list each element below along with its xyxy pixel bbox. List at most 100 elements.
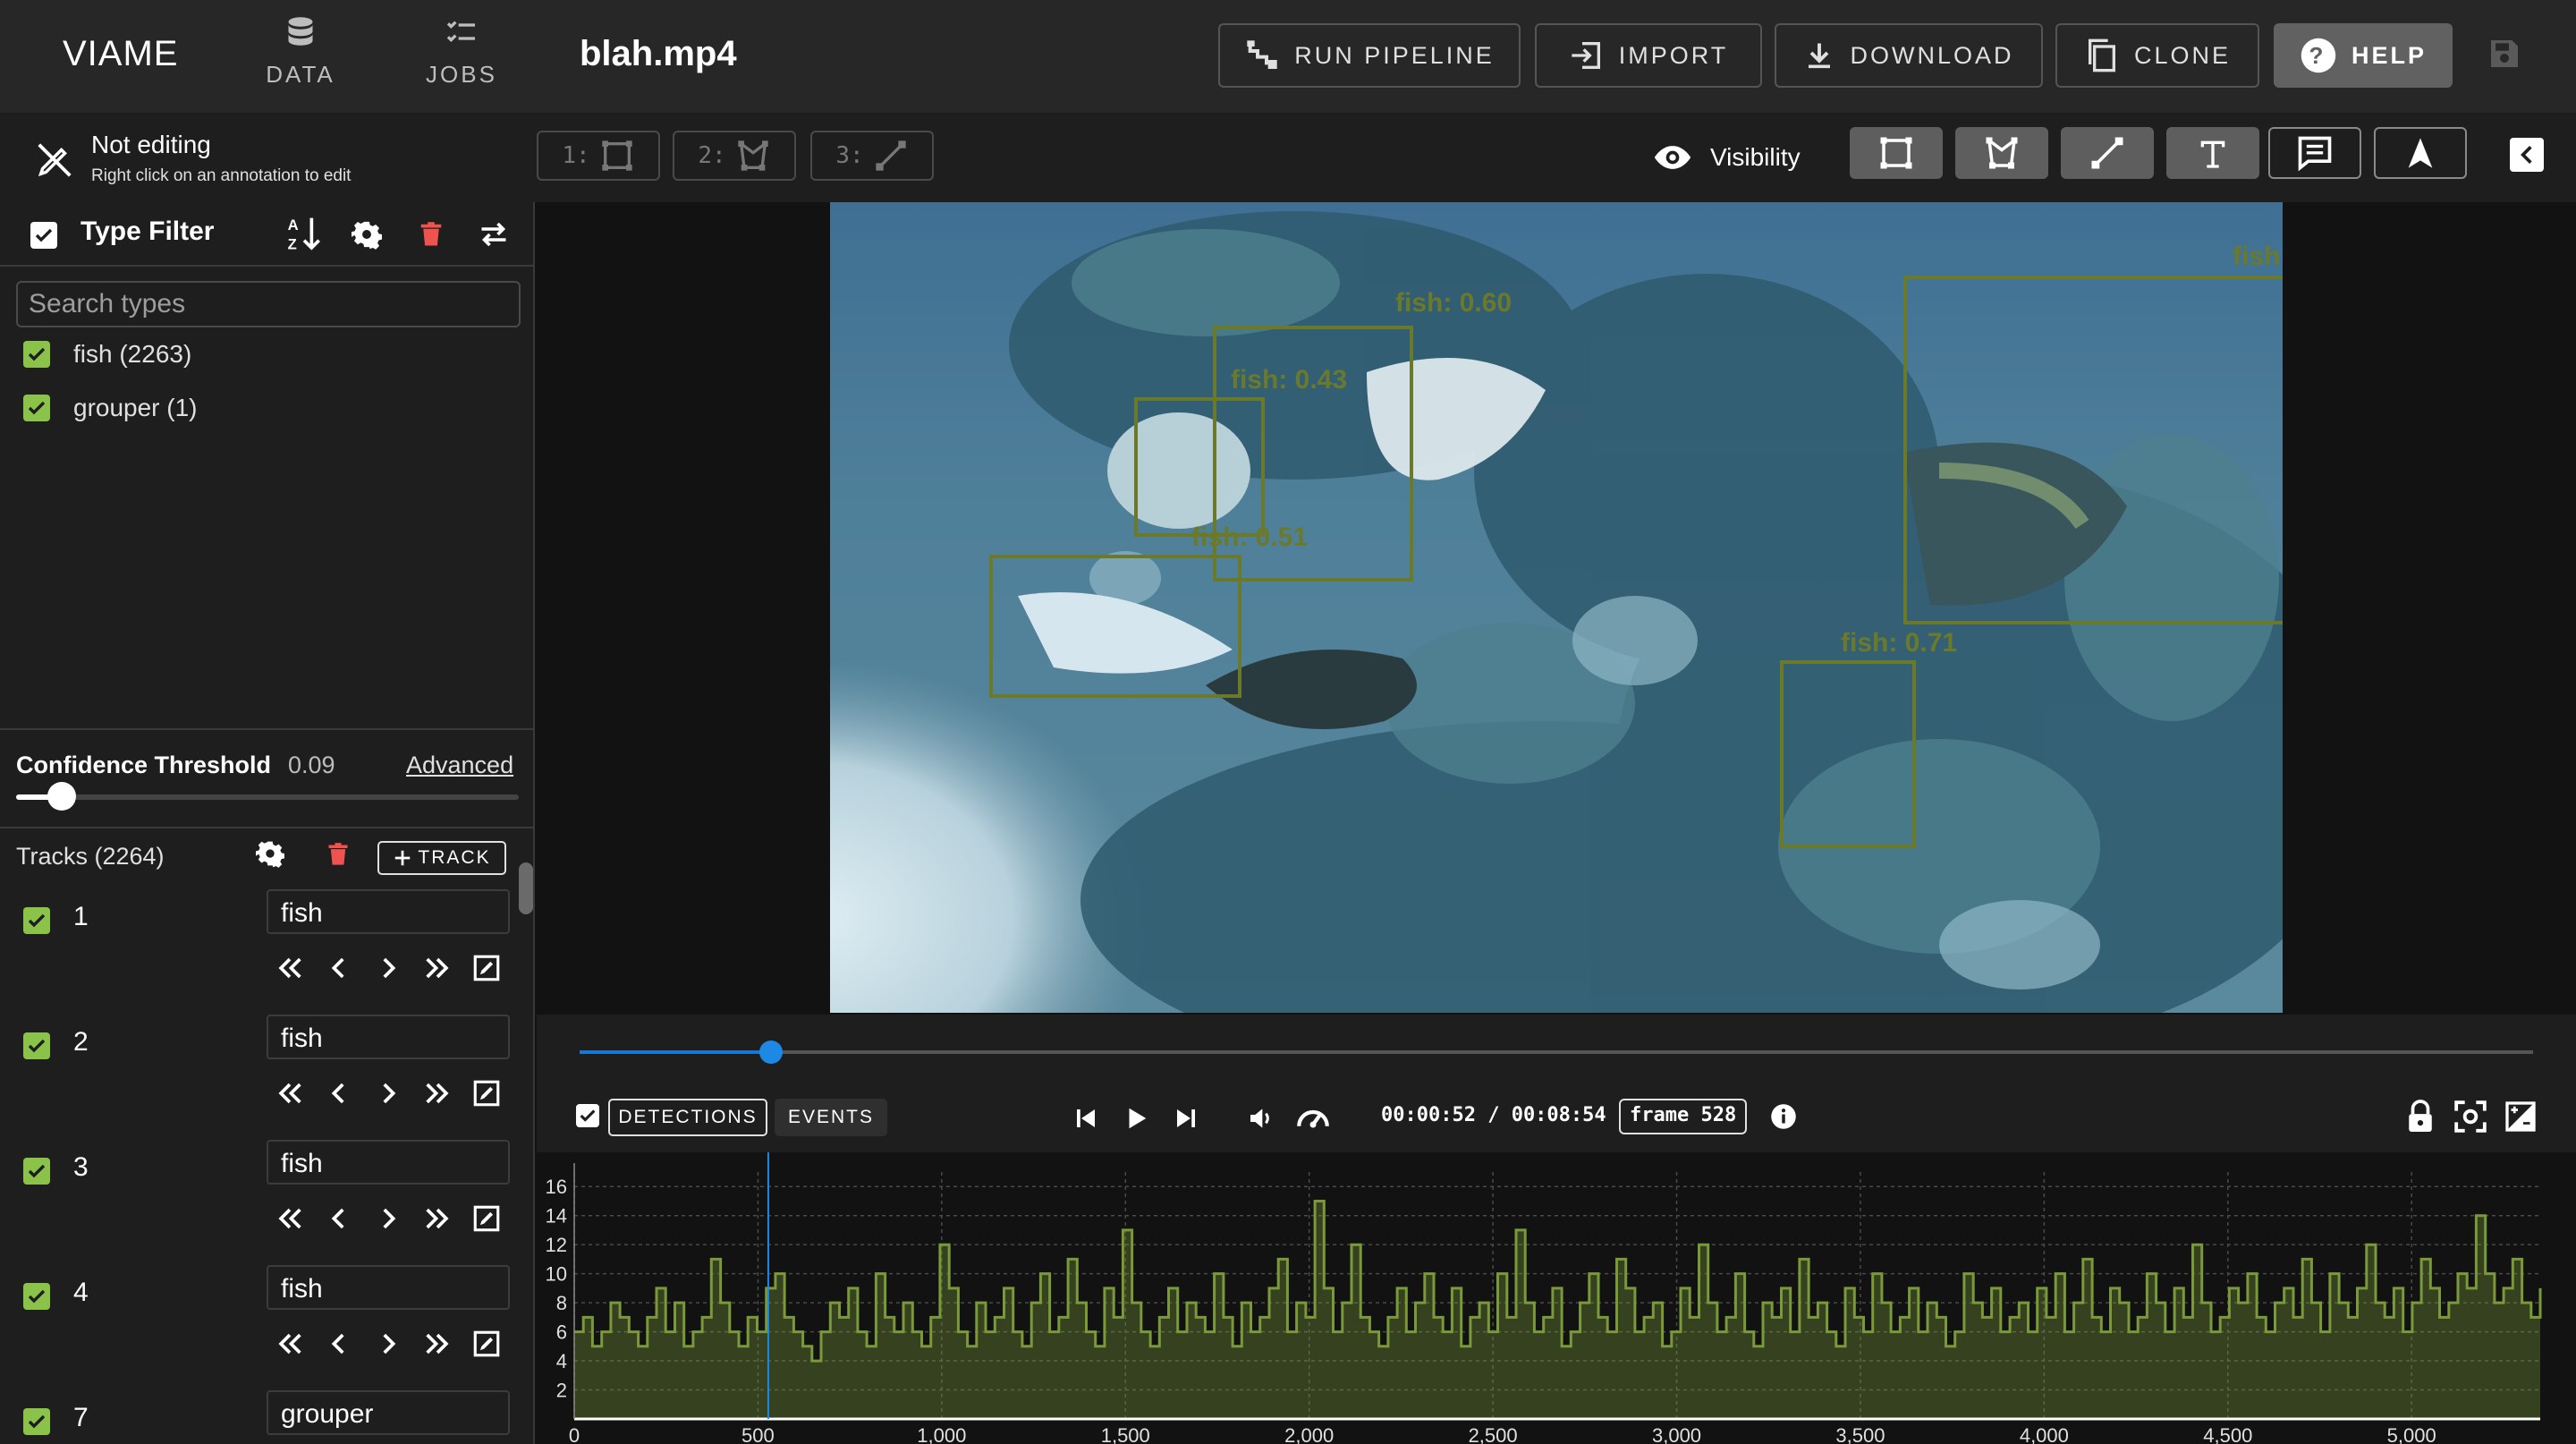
track-settings-button[interactable] xyxy=(256,839,284,872)
collapse-panel-button[interactable] xyxy=(2510,138,2544,172)
track-row[interactable]: 7 grouper xyxy=(0,1387,533,1444)
track-checkbox[interactable] xyxy=(23,1283,50,1310)
plus-icon xyxy=(395,850,411,866)
clone-button[interactable]: CLONE xyxy=(2055,23,2259,88)
delete-tracks-button[interactable] xyxy=(326,841,351,872)
track-checkbox[interactable] xyxy=(23,1408,50,1435)
next-frame-button[interactable] xyxy=(367,947,410,990)
toggle-heading-button[interactable] xyxy=(2374,127,2467,179)
track-checkbox[interactable] xyxy=(23,1032,50,1059)
last-frame-button[interactable] xyxy=(416,1322,459,1365)
mode-polygon-button[interactable]: 2: xyxy=(673,131,796,181)
edit-track-button[interactable] xyxy=(465,1322,508,1365)
seek-slider[interactable] xyxy=(580,1041,2533,1064)
next-frame-button[interactable] xyxy=(367,1197,410,1240)
search-types-input[interactable] xyxy=(16,281,521,327)
download-button[interactable]: DOWNLOAD xyxy=(1775,23,2043,88)
track-type-field[interactable]: fish xyxy=(267,1015,510,1059)
edit-box-icon xyxy=(473,1330,500,1357)
track-row[interactable]: 1 fish xyxy=(0,886,533,1011)
next-frame-button[interactable] xyxy=(367,1072,410,1115)
detections-timeline[interactable]: 2 4 6 8 10 12 14 16 0 500 1,000 1,500 2,000 2,500 3,00… xyxy=(537,1152,2576,1444)
first-frame-button[interactable] xyxy=(268,1322,311,1365)
last-frame-button[interactable] xyxy=(416,1072,459,1115)
prev-frame-button[interactable] xyxy=(318,1197,360,1240)
toggle-rectangles-button[interactable] xyxy=(1850,127,1943,179)
nav-jobs-tab[interactable]: JOBS xyxy=(408,16,515,98)
track-row[interactable]: 3 fish xyxy=(0,1136,533,1261)
volume-button[interactable] xyxy=(1240,1097,1283,1140)
help-button[interactable]: ? HELP xyxy=(2274,23,2453,88)
annotation-viewer[interactable]: fish: 0.60 fish: 0.43 fish: 0.51 fish: 0.80… xyxy=(537,202,2576,1015)
type-settings-button[interactable] xyxy=(347,215,386,254)
save-button[interactable] xyxy=(2483,32,2526,75)
mode-rectangle-button[interactable]: 1: xyxy=(537,131,660,181)
mode-line-button[interactable]: 3: xyxy=(810,131,934,181)
type-checkbox[interactable] xyxy=(23,395,50,421)
last-frame-button[interactable] xyxy=(416,947,459,990)
run-pipeline-button[interactable]: RUN PIPELINE xyxy=(1218,23,1521,88)
series-area xyxy=(574,1201,2540,1419)
skip-next-button[interactable] xyxy=(1165,1097,1208,1140)
prev-frame-button[interactable] xyxy=(318,1072,360,1115)
track-type-field[interactable]: grouper xyxy=(267,1390,510,1435)
import-icon xyxy=(1572,42,1600,69)
frame-info-button[interactable] xyxy=(1766,1099,1801,1134)
play-button[interactable] xyxy=(1114,1097,1157,1140)
import-button[interactable]: IMPORT xyxy=(1535,23,1762,88)
track-type-field[interactable]: fish xyxy=(267,889,510,934)
type-item-fish[interactable]: fish (2263) xyxy=(23,336,191,372)
last-frame-button[interactable] xyxy=(416,1197,459,1240)
toggle-polygons-button[interactable] xyxy=(1955,127,2048,179)
app-title[interactable]: VIAME xyxy=(63,34,178,74)
image-adjust-button[interactable] xyxy=(2499,1095,2542,1138)
add-track-button[interactable]: TRACK xyxy=(377,841,506,875)
prev-frame-button[interactable] xyxy=(318,1322,360,1365)
track-row[interactable]: 2 fish xyxy=(0,1011,533,1136)
edit-track-button[interactable] xyxy=(465,1072,508,1115)
edit-track-button[interactable] xyxy=(465,1197,508,1240)
track-type-field[interactable]: fish xyxy=(267,1140,510,1185)
type-filter-select-all-checkbox[interactable] xyxy=(30,222,57,249)
polygon-icon xyxy=(1986,137,2018,169)
type-item-grouper[interactable]: grouper (1) xyxy=(23,390,198,426)
toggle-lines-button[interactable] xyxy=(2061,127,2154,179)
prev-frame-button[interactable] xyxy=(318,947,360,990)
seek-slider-thumb[interactable] xyxy=(759,1041,784,1064)
frame-number[interactable]: frame 528 xyxy=(1619,1099,1748,1134)
detection-box[interactable] xyxy=(989,555,1241,698)
detection-box[interactable] xyxy=(1903,276,2283,624)
playback-speed-button[interactable] xyxy=(1290,1095,1336,1142)
tab-detections[interactable]: DETECTIONS xyxy=(608,1099,767,1136)
skip-previous-button[interactable] xyxy=(1064,1097,1107,1140)
first-frame-button[interactable] xyxy=(268,947,311,990)
track-checkbox[interactable] xyxy=(23,907,50,934)
double-chevron-left-icon xyxy=(278,1208,301,1229)
edit-track-button[interactable] xyxy=(465,947,508,990)
advanced-link[interactable]: Advanced xyxy=(406,752,513,779)
timeline-toggle-checkbox[interactable] xyxy=(576,1104,599,1127)
confidence-slider[interactable] xyxy=(16,782,519,811)
track-row[interactable]: 4 fish xyxy=(0,1261,533,1387)
detection-box[interactable] xyxy=(1134,397,1265,537)
track-type-field[interactable]: fish xyxy=(267,1265,510,1310)
confidence-slider-thumb[interactable] xyxy=(47,782,76,811)
toggle-text-button[interactable] xyxy=(2166,127,2259,179)
swap-button[interactable] xyxy=(474,215,513,254)
first-frame-button[interactable] xyxy=(268,1197,311,1240)
reset-zoom-button[interactable] xyxy=(2449,1095,2492,1138)
type-checkbox[interactable] xyxy=(23,341,50,368)
nav-data-tab[interactable]: DATA xyxy=(247,16,354,98)
detections-chart: 2 4 6 8 10 12 14 16 0 500 1,000 1,500 2,000 2,500 3,00… xyxy=(546,1152,2542,1444)
delete-types-button[interactable] xyxy=(411,215,451,254)
video-frame[interactable]: fish: 0.60 fish: 0.43 fish: 0.51 fish: 0.80… xyxy=(830,202,2283,1013)
track-checkbox[interactable] xyxy=(23,1158,50,1185)
sort-button[interactable]: A Z xyxy=(284,215,324,254)
tab-events[interactable]: EVENTS xyxy=(775,1099,887,1136)
next-frame-button[interactable] xyxy=(367,1322,410,1365)
lock-camera-button[interactable] xyxy=(2399,1095,2442,1138)
first-frame-button[interactable] xyxy=(268,1072,311,1115)
detection-label: fish: 0.51 xyxy=(1191,522,1309,552)
detection-box[interactable] xyxy=(1780,660,1916,848)
toggle-tooltip-button[interactable] xyxy=(2268,127,2361,179)
